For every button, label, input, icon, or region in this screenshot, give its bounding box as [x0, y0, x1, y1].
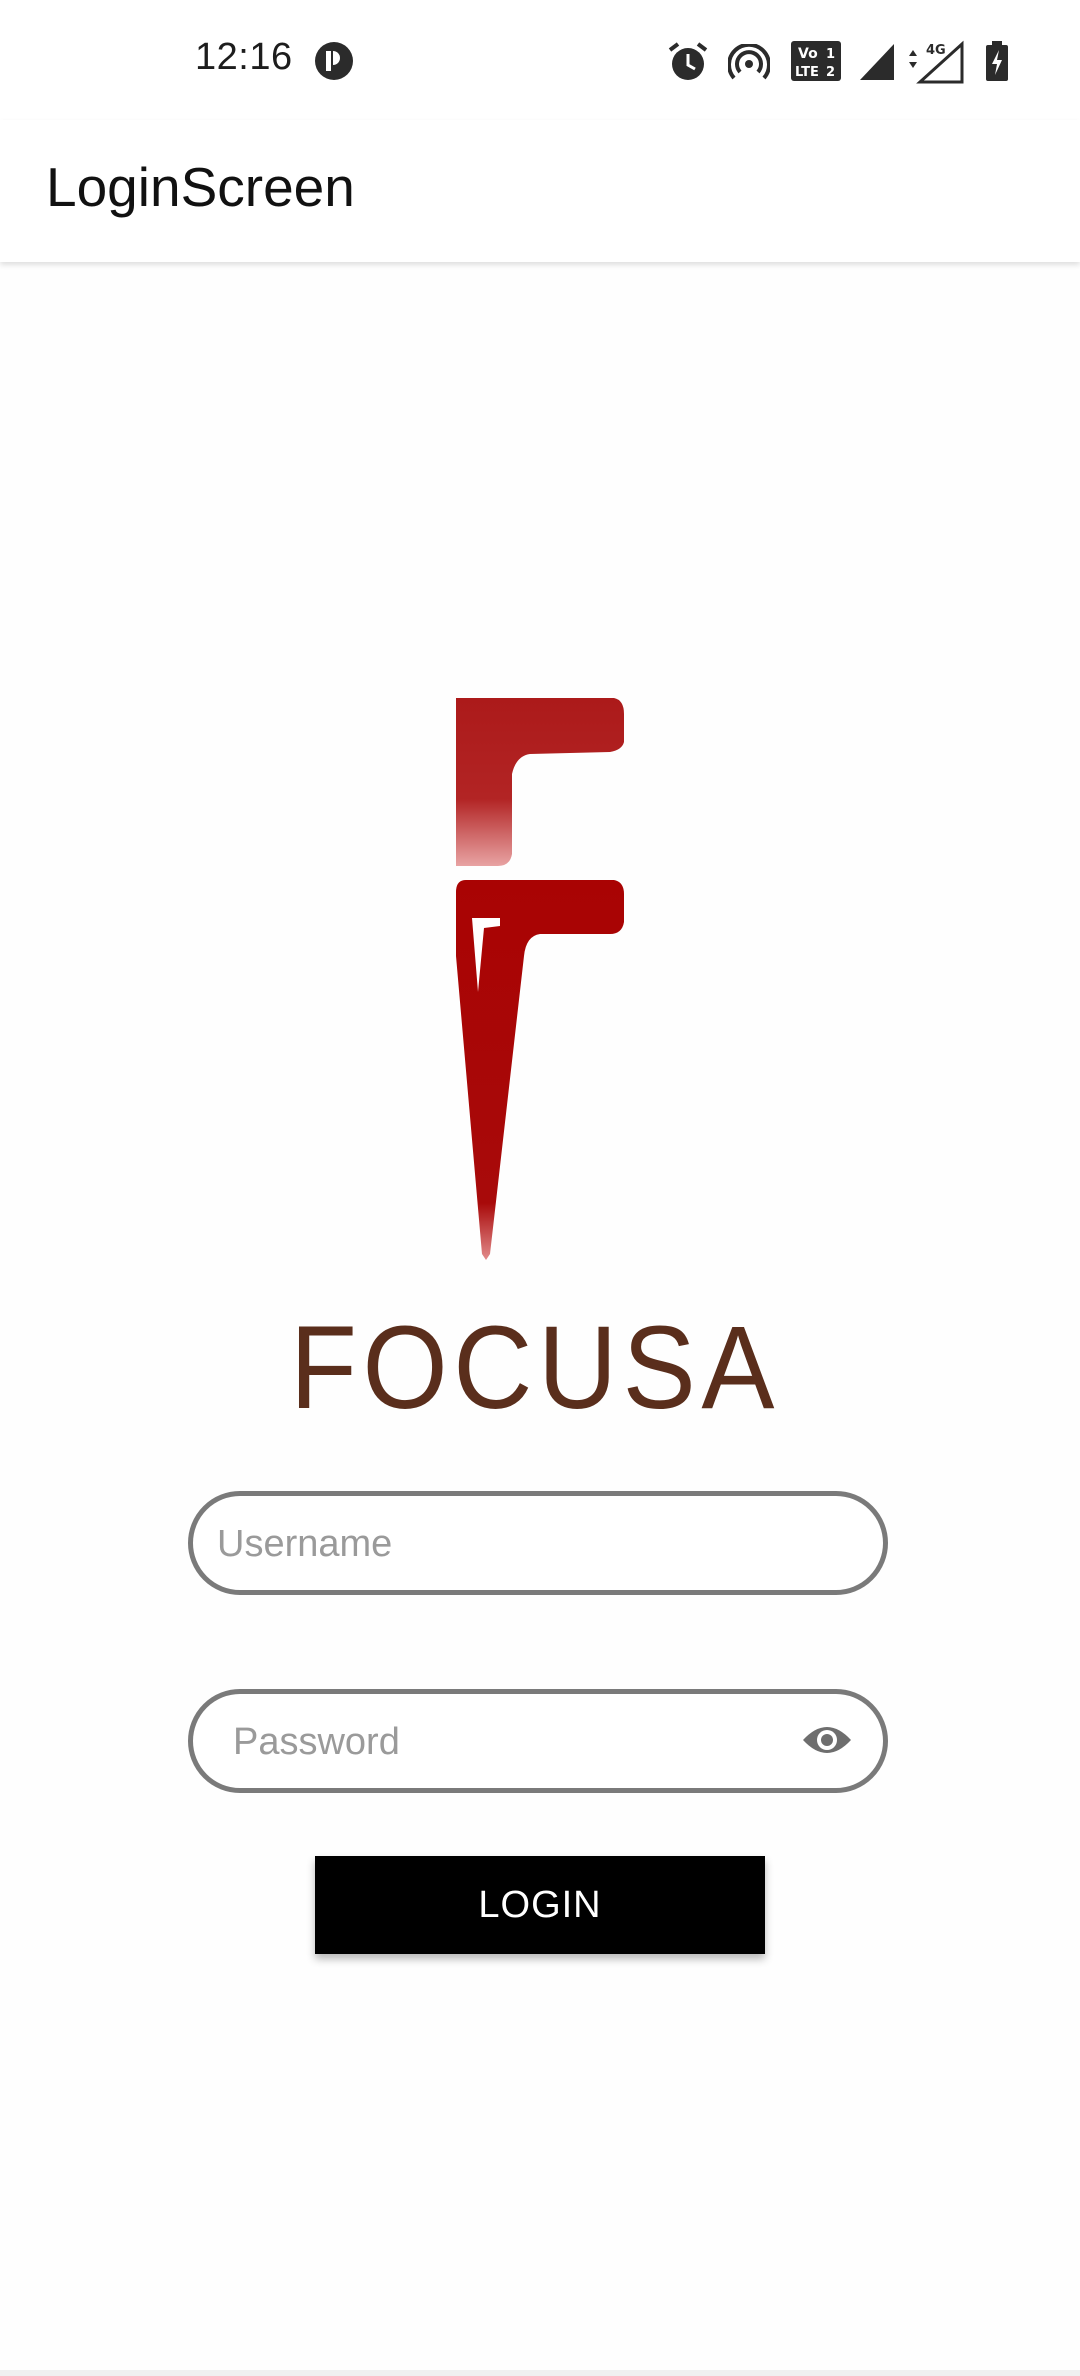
volte-icon: Vo LTE 1 2	[790, 40, 842, 87]
eye-icon[interactable]	[801, 1720, 853, 1760]
login-button[interactable]: LOGIN	[315, 1856, 765, 1954]
password-field[interactable]	[188, 1689, 888, 1793]
app-notification-icon	[313, 40, 355, 87]
page-title: LoginScreen	[46, 156, 355, 218]
signal-icon	[858, 42, 896, 87]
login-screen: 12:16 Vo LTE 1 2 4G LoginScreen FOCUSA U…	[0, 0, 1080, 2376]
app-bar: LoginScreen	[0, 120, 1080, 262]
svg-text:LTE: LTE	[795, 65, 819, 80]
battery-charging-icon	[984, 40, 1010, 87]
signal-4g-icon: 4G	[906, 40, 966, 89]
alarm-icon	[666, 40, 710, 89]
status-time: 12:16	[195, 36, 293, 78]
brand-logo-text: FOCUSA	[290, 1300, 790, 1434]
svg-text:4G: 4G	[926, 43, 946, 58]
svg-text:1: 1	[826, 47, 835, 62]
hotspot-icon	[727, 42, 771, 89]
username-input[interactable]	[215, 1496, 819, 1592]
svg-text:2: 2	[826, 65, 835, 80]
logo-icon	[450, 694, 630, 1264]
brand-name: FOCUSA	[290, 1302, 780, 1420]
svg-text:Vo: Vo	[798, 46, 818, 62]
status-bar: 12:16 Vo LTE 1 2 4G	[0, 0, 1080, 120]
navigation-bar	[0, 2370, 1080, 2376]
password-input[interactable]	[231, 1694, 835, 1790]
username-field[interactable]	[188, 1491, 888, 1595]
